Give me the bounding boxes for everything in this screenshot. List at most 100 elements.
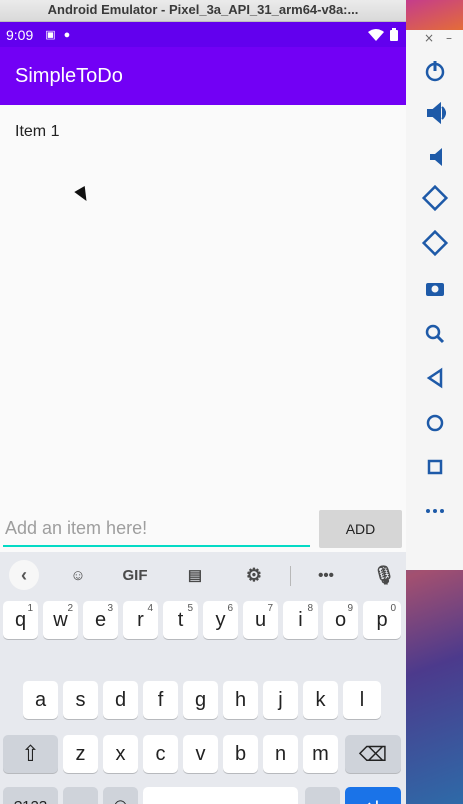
todo-list: Item 1 <box>0 105 406 145</box>
key-label: o <box>334 608 347 631</box>
key-label: e <box>94 608 107 631</box>
key-number: 0 <box>390 603 396 614</box>
key-number: 3 <box>107 603 113 614</box>
key-number: 9 <box>347 603 353 614</box>
key-l[interactable]: l <box>343 681 381 719</box>
key-r[interactable]: r4 <box>123 601 158 639</box>
key-z[interactable]: z <box>63 735 98 773</box>
key-c[interactable]: c <box>143 735 178 773</box>
backspace-icon: ⌫ <box>358 743 388 766</box>
back-nav-icon[interactable] <box>426 367 443 389</box>
key-b[interactable]: b <box>223 735 258 773</box>
wifi-icon <box>368 28 384 41</box>
more-icon[interactable]: ••• <box>312 561 340 589</box>
key-period[interactable]: . <box>305 787 340 804</box>
emoji-key[interactable]: ☺ <box>103 787 138 804</box>
add-button[interactable]: ADD <box>319 510 402 548</box>
key-label: q <box>14 608 27 631</box>
enter-key[interactable]: ↵ <box>345 787 401 804</box>
key-d[interactable]: d <box>103 681 138 719</box>
clipboard-icon[interactable]: ▤ <box>181 561 209 589</box>
key-k[interactable]: k <box>303 681 338 719</box>
key-number: 1 <box>27 603 33 614</box>
rotate-left-icon[interactable] <box>421 184 449 212</box>
keyboard: ‹ ☺ GIF ▤ ⚙ ••• 🎙︎ q1 w2 e3 r4 t5 y6 u7 … <box>0 552 406 804</box>
key-e[interactable]: e3 <box>83 601 118 639</box>
key-u[interactable]: u7 <box>243 601 278 639</box>
toolbar-divider <box>290 566 291 586</box>
shift-key[interactable]: ⇧ <box>3 735 58 773</box>
settings-icon[interactable]: ⚙ <box>240 561 268 589</box>
key-label: i <box>298 608 303 631</box>
window-title-bar: Android Emulator - Pixel_3a_API_31_arm64… <box>0 0 406 22</box>
more-options-dot <box>440 509 444 513</box>
camera-lens <box>431 285 439 293</box>
key-label: t <box>177 608 184 631</box>
emoji-icon: ☺ <box>110 795 130 804</box>
key-q[interactable]: q1 <box>3 601 38 639</box>
shift-icon: ⇧ <box>21 741 40 766</box>
status-bar: 9:09 ▣ ● <box>0 22 406 47</box>
status-time: 9:09 <box>6 26 34 43</box>
key-number: 2 <box>67 603 73 614</box>
key-number: 7 <box>267 603 273 614</box>
key-s[interactable]: s <box>63 681 98 719</box>
phone-screen: 9:09 ▣ ● SimpleToDo Item 1 ADD ‹ ☺ GIF ▤… <box>0 22 406 804</box>
key-t[interactable]: t5 <box>163 601 198 639</box>
key-number: 6 <box>227 603 233 614</box>
key-j[interactable]: j <box>263 681 298 719</box>
input-row: ADD <box>0 507 406 552</box>
gif-button[interactable]: GIF <box>116 561 154 589</box>
keyboard-toolbar: ‹ ☺ GIF ▤ ⚙ ••• 🎙︎ <box>0 552 406 599</box>
key-y[interactable]: y6 <box>203 601 238 639</box>
key-n[interactable]: n <box>263 735 298 773</box>
list-item[interactable]: Item 1 <box>0 105 406 145</box>
key-g[interactable]: g <box>183 681 218 719</box>
key-i[interactable]: i8 <box>283 601 318 639</box>
key-o[interactable]: o9 <box>323 601 358 639</box>
more-options-dot <box>433 509 437 513</box>
key-f[interactable]: f <box>143 681 178 719</box>
power-icon-bar <box>433 61 437 71</box>
overview-nav-icon[interactable] <box>427 459 443 475</box>
app-bar: SimpleToDo <box>0 47 406 105</box>
zoom-icon-handle <box>435 334 445 344</box>
back-icon: ‹ <box>9 560 39 590</box>
key-label: w <box>53 608 68 631</box>
window-title: Android Emulator - Pixel_3a_API_31_arm64… <box>47 2 359 17</box>
key-label: y <box>215 608 226 631</box>
enter-icon: ↵ <box>365 794 382 804</box>
minimize-icon[interactable]: – <box>446 31 452 45</box>
emulator-side-toolbar: × – <box>406 30 463 570</box>
key-w[interactable]: w2 <box>43 601 78 639</box>
key-label: u <box>254 608 267 631</box>
symbols-key[interactable]: ?123 <box>3 787 58 804</box>
backspace-key[interactable]: ⌫ <box>345 735 401 773</box>
close-icon[interactable]: × <box>424 31 434 45</box>
add-item-input[interactable] <box>3 511 310 547</box>
more-options-icon[interactable] <box>426 509 430 513</box>
volume-up-icon[interactable] <box>427 101 446 125</box>
key-label: r <box>137 608 144 631</box>
volume-down-icon[interactable] <box>430 148 442 166</box>
home-nav-icon[interactable] <box>426 414 444 432</box>
rotate-right-icon[interactable] <box>421 229 449 257</box>
mouse-pointer-icon <box>74 185 92 205</box>
desktop-background: × – <box>406 0 463 804</box>
battery-icon <box>390 28 398 41</box>
key-number: 5 <box>187 603 193 614</box>
keyboard-back[interactable]: ‹ <box>9 560 39 590</box>
key-v[interactable]: v <box>183 735 218 773</box>
key-label: p <box>376 608 388 631</box>
key-number: 8 <box>307 603 313 614</box>
key-comma[interactable]: , <box>63 787 98 804</box>
space-key[interactable] <box>143 787 298 804</box>
key-a[interactable]: a <box>23 681 58 719</box>
mic-icon[interactable]: 🎙︎ <box>370 561 398 589</box>
sticker-icon[interactable]: ☺ <box>64 561 92 589</box>
a-icon: ▣ <box>45 29 56 41</box>
key-p[interactable]: p0 <box>363 601 401 639</box>
key-m[interactable]: m <box>303 735 338 773</box>
key-x[interactable]: x <box>103 735 138 773</box>
key-h[interactable]: h <box>223 681 258 719</box>
